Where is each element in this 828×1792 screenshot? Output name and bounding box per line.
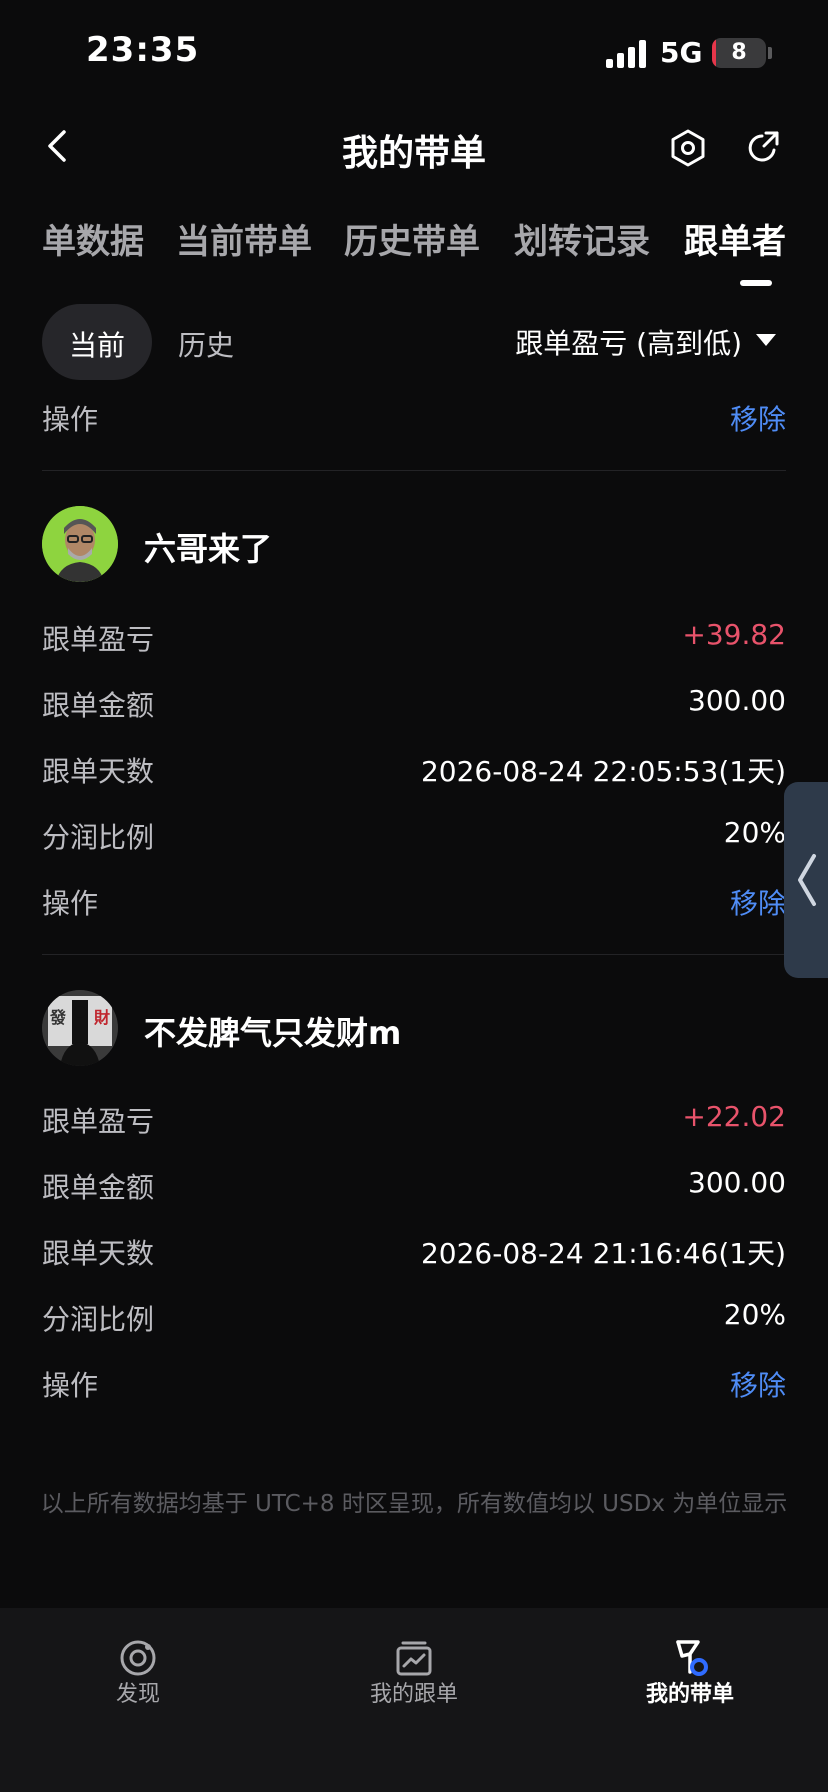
row-label-amount: 跟单金额 (42, 689, 155, 722)
tab-transfer-records[interactable]: 划转记录 (514, 214, 650, 263)
sort-selector[interactable]: 跟单盈亏 (高到低) (515, 322, 742, 362)
action-label: 操作 (42, 887, 99, 920)
row-label-days: 跟单天数 (42, 755, 155, 788)
status-time: 23:35 (86, 30, 200, 70)
signal-icon (606, 40, 648, 68)
dropdown-caret-icon[interactable] (756, 334, 776, 346)
divider (42, 954, 786, 955)
battery-icon: 8 (712, 38, 766, 68)
chevron-left-icon (798, 854, 816, 906)
tab-data[interactable]: 单数据 (42, 214, 144, 263)
avatar-char-2: 財 (94, 1008, 111, 1027)
row-label-pnl: 跟单盈亏 (42, 1105, 155, 1138)
row-label-pnl: 跟单盈亏 (42, 623, 155, 656)
tab-history-lead[interactable]: 历史带单 (344, 214, 480, 263)
row-value-amount: 300.00 (688, 1166, 786, 1199)
row-value-share: 20% (723, 816, 786, 849)
share-icon[interactable] (744, 128, 784, 168)
profile-photo-icon (42, 506, 118, 582)
side-drawer-handle[interactable] (784, 782, 828, 978)
divider (42, 470, 786, 471)
settings-icon[interactable] (668, 128, 708, 168)
avatar[interactable] (42, 506, 118, 582)
avatar-char-1: 發 (50, 1008, 67, 1027)
row-value-share: 20% (723, 1298, 786, 1331)
row-value-days: 2026-08-24 21:16:46(1天) (420, 1237, 786, 1270)
remove-button[interactable]: 移除 (730, 398, 786, 438)
bottom-nav-label: 发现 (115, 1682, 160, 1707)
tab-current-lead[interactable]: 当前带单 (176, 214, 312, 263)
action-label: 操作 (42, 403, 99, 436)
action-label: 操作 (42, 1369, 99, 1402)
profile-photo-icon (42, 990, 118, 1066)
segment-current-label: 当前 (68, 329, 125, 362)
tab-bar: 单数据 当前带单 历史带单 划转记录 跟单者 (0, 214, 828, 264)
footer-note: 以上所有数据均基于 UTC+8 时区呈现，所有数值均以 USDx 为单位显示 (40, 1491, 788, 1517)
battery-level: 8 (731, 40, 747, 65)
remove-button[interactable]: 移除 (730, 882, 786, 922)
row-value-amount: 300.00 (688, 684, 786, 717)
tab-followers[interactable]: 跟单者 (684, 214, 786, 263)
avatar[interactable]: 發 財 (42, 990, 118, 1066)
bottom-nav-label: 我的带单 (645, 1682, 734, 1707)
tab-active-indicator (740, 280, 772, 286)
follower-name: 不发脾气只发财m (144, 1014, 402, 1052)
copy-trade-icon (396, 1641, 432, 1676)
discover-icon (120, 1640, 156, 1676)
row-label-share: 分润比例 (42, 1303, 155, 1336)
lead-trade-icon (676, 1640, 708, 1676)
follower-name: 六哥来了 (144, 530, 273, 568)
segment-history[interactable]: 历史 (178, 324, 234, 364)
row-value-pnl: +39.82 (682, 618, 786, 651)
network-type: 5G (660, 36, 703, 69)
row-value-pnl: +22.02 (682, 1100, 786, 1133)
battery-tip (768, 47, 772, 59)
remove-button[interactable]: 移除 (730, 1364, 786, 1404)
row-label-share: 分润比例 (42, 821, 155, 854)
row-label-days: 跟单天数 (42, 1237, 155, 1270)
bottom-nav: 发现 我的跟单 我的带单 (0, 1608, 828, 1792)
row-value-days: 2026-08-24 22:05:53(1天) (420, 755, 786, 788)
bottom-nav-label: 我的跟单 (369, 1682, 458, 1707)
row-label-amount: 跟单金额 (42, 1171, 155, 1204)
